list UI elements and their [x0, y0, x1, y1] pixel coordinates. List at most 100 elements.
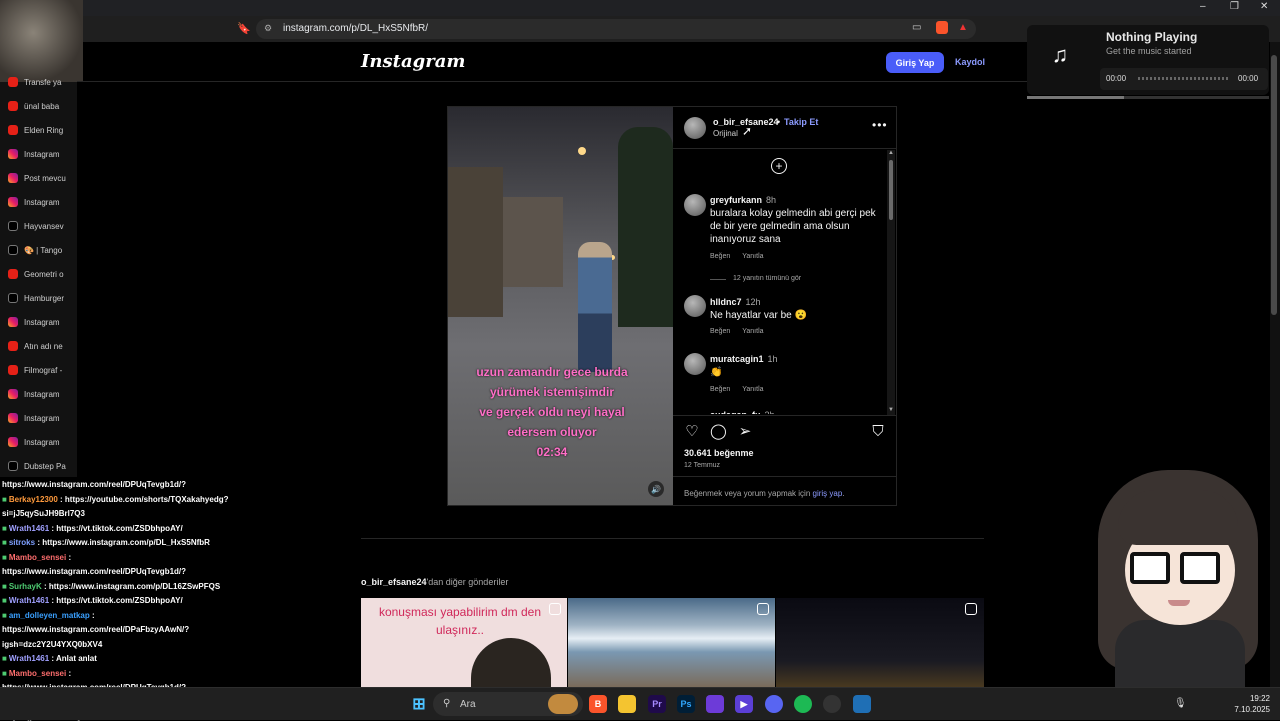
taskbar-clock[interactable]: 19:22 7.10.2025: [1226, 693, 1270, 715]
mouse-cursor-icon: ➚: [742, 124, 753, 138]
sidebar-tab-label: Post mevcu: [24, 173, 66, 183]
chat-text: si=jJ5qySuJH9Brl7Q3: [2, 509, 85, 518]
comment-username[interactable]: cudagan_fu2h: [710, 410, 775, 414]
post-thumbnail[interactable]: [568, 598, 775, 688]
comment-avatar[interactable]: [684, 194, 706, 216]
chat-message: https://www.instagram.com/reel/DPUqTevgb…: [2, 480, 186, 489]
sidebar-tab[interactable]: Instagram: [0, 430, 77, 454]
site-info-icon[interactable]: ⚙: [264, 23, 272, 34]
sidebar-tab[interactable]: Hayvansev: [0, 214, 77, 238]
chat-username: sitroks: [8, 538, 36, 547]
instagram-icon: [8, 413, 18, 423]
login-hint-link[interactable]: giriş yap: [813, 489, 843, 498]
brave-rewards-icon[interactable]: ▲: [958, 22, 968, 33]
comment-text: 👏: [710, 367, 723, 378]
reel-icon: [549, 603, 561, 615]
comment-username[interactable]: hlldnc7 12h: [710, 297, 761, 307]
chat-message: ■ sitroks : https://www.instagram.com/p/D…: [2, 538, 210, 547]
vtuber-bangs: [1118, 490, 1238, 545]
more-posts-user[interactable]: o_bir_efsane24: [361, 577, 427, 587]
signup-link[interactable]: Kaydol: [955, 57, 985, 67]
instagram-logo[interactable]: Instagram: [361, 51, 465, 72]
reply-button[interactable]: Yanıtla: [742, 386, 763, 393]
chat-message: ■Berkay12300 : https://youtube.com/short…: [2, 495, 228, 504]
sidebar-tab[interactable]: Hamburger: [0, 286, 77, 310]
author-avatar[interactable]: [684, 117, 706, 139]
taskbar: [0, 687, 1280, 720]
follow-button[interactable]: Takip Et: [784, 117, 818, 127]
reply-button[interactable]: Yanıtla: [742, 328, 763, 335]
bookmark-save-icon[interactable]: ⛉: [870, 424, 886, 440]
post-date: 12 Temmuz: [684, 462, 721, 469]
mute-button[interactable]: 🔊: [648, 481, 664, 497]
brave-shield-icon[interactable]: [936, 21, 948, 34]
app-icon-arrow[interactable]: ▶: [735, 695, 753, 713]
sidebar-tab[interactable]: Instagram: [0, 310, 77, 334]
chat-username: Mambo_sensei: [8, 552, 67, 562]
reply-button[interactable]: Yanıtla: [742, 253, 763, 260]
comment-username[interactable]: muratcagin1 1h: [710, 354, 778, 364]
windows-start-icon[interactable]: ⊞: [410, 695, 428, 713]
music-time-end: 00:00: [1238, 74, 1259, 83]
like-comment-button[interactable]: Beğen: [710, 328, 730, 335]
premiere-icon[interactable]: Pr: [648, 695, 666, 713]
share-icon[interactable]: ➢: [737, 424, 753, 440]
sidebar-tab[interactable]: Transfe ya: [0, 70, 77, 94]
like-comment-button[interactable]: Beğen: [710, 253, 730, 260]
sidebar-tab-label: Instagram: [24, 437, 60, 447]
sidebar-tab[interactable]: Instagram: [0, 382, 77, 406]
more-options-icon[interactable]: •••: [872, 118, 888, 132]
file-explorer-icon[interactable]: [618, 695, 636, 713]
instagram-header: [77, 42, 1027, 82]
post-thumbnail[interactable]: [776, 598, 984, 688]
comments-scroll-thumb[interactable]: [889, 160, 893, 220]
chat-badge-icon: ■: [2, 610, 7, 620]
maximize-icon[interactable]: ❐: [1230, 1, 1239, 12]
app-icon-purple[interactable]: [706, 695, 724, 713]
heart-icon[interactable]: ♡: [684, 424, 700, 440]
sidebar-tab[interactable]: Instagram: [0, 190, 77, 214]
brave-browser-icon[interactable]: B: [589, 695, 607, 713]
youtube-icon: [8, 365, 18, 375]
sidebar-tab[interactable]: 🎨 | Tango: [0, 238, 77, 262]
sidebar-tab[interactable]: Instagram: [0, 142, 77, 166]
comment-username[interactable]: greyfurkann 8h: [710, 195, 776, 205]
caption-line: uzun zamandır gece burda: [476, 365, 628, 379]
microphone-icon[interactable]: 🎙: [1174, 698, 1187, 709]
original-audio-link[interactable]: Orijinal: [713, 129, 738, 138]
sidebar-tab[interactable]: Instagram: [0, 406, 77, 430]
login-button[interactable]: Giriş Yap: [886, 52, 944, 73]
bookmark-icon[interactable]: 🔖: [237, 22, 251, 35]
steam-icon[interactable]: [823, 695, 841, 713]
minimize-icon[interactable]: –: [1200, 1, 1206, 12]
comment-icon[interactable]: ◯: [710, 424, 727, 440]
music-track[interactable]: [1138, 77, 1230, 80]
sidebar-tab[interactable]: Elden Ring: [0, 118, 77, 142]
search-highlight-icon[interactable]: [548, 694, 578, 714]
comment-avatar[interactable]: [684, 353, 706, 375]
sidebar-tab[interactable]: Filmograf -: [0, 358, 77, 382]
app-icon-active[interactable]: [853, 695, 871, 713]
comment-clipped: cudagan_fu2h: [684, 408, 884, 414]
url-text[interactable]: instagram.com/p/DL_HxS5NfbR/: [283, 23, 428, 34]
add-icon[interactable]: +: [771, 158, 787, 174]
close-icon[interactable]: ✕: [1260, 1, 1268, 12]
photoshop-icon[interactable]: Ps: [677, 695, 695, 713]
spotify-icon[interactable]: [794, 695, 812, 713]
page-scroll-thumb[interactable]: [1271, 55, 1277, 315]
scroll-down-icon[interactable]: ▼: [888, 407, 894, 413]
like-count[interactable]: 30.641 beğenme: [684, 448, 754, 458]
caption-line: ve gerçek oldu neyi hayal: [479, 405, 625, 419]
sidebar-tab-label: Instagram: [24, 317, 60, 327]
sidebar-tab[interactable]: Atın adı ne: [0, 334, 77, 358]
sidebar-tab[interactable]: Post mevcu: [0, 166, 77, 190]
sidebar-tab[interactable]: ünal baba: [0, 94, 77, 118]
cast-icon[interactable]: ▭: [912, 22, 921, 33]
sidebar-tab[interactable]: Geometri o: [0, 262, 77, 286]
discord-icon[interactable]: [765, 695, 783, 713]
scroll-up-icon[interactable]: ▲: [888, 150, 894, 156]
like-comment-button[interactable]: Beğen: [710, 386, 730, 393]
view-replies-button[interactable]: 12 yanıtın tümünü gör: [733, 275, 801, 282]
more-posts-heading: o_bir_efsane24'dan diğer gönderiler: [361, 577, 509, 587]
comment-avatar[interactable]: [684, 295, 706, 317]
